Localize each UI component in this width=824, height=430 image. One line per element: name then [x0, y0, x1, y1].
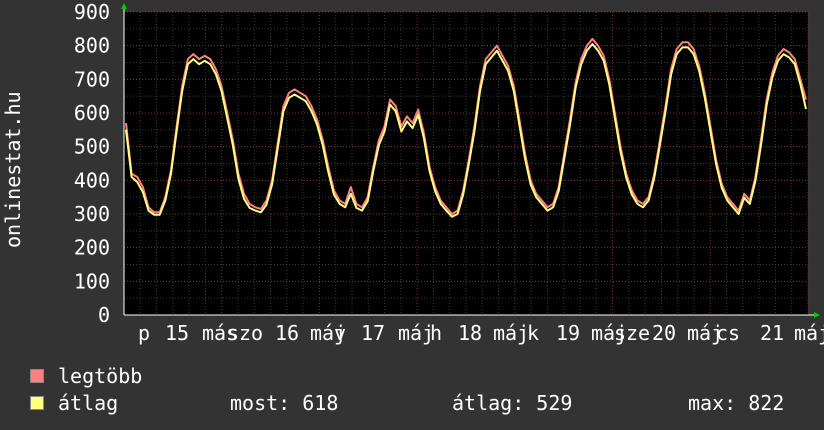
- x-tick-label: h: [430, 321, 442, 345]
- y-tick-label: 500: [74, 135, 110, 159]
- x-tick-label: cs: [716, 321, 740, 345]
- y-tick-label: 600: [74, 101, 110, 125]
- x-tick-label: szo: [227, 321, 263, 345]
- legend-label-atlag: átlag: [58, 391, 119, 415]
- stat-current: most: 618: [230, 391, 338, 415]
- chart: 0100200300400500600700800900 p 15 másszo 16…: [1, 0, 824, 345]
- stat-average-value: 529: [536, 391, 573, 415]
- y-axis-arrow: [121, 3, 127, 9]
- stat-max-value: 822: [748, 391, 785, 415]
- legend-item-atlag: átlag: [30, 391, 118, 415]
- x-tick-label: 21: [760, 321, 784, 345]
- stat-current-label: most:: [230, 391, 291, 415]
- y-tick-label: 200: [74, 236, 110, 260]
- y-tick-label: 900: [74, 0, 110, 24]
- stat-current-value: 618: [302, 391, 339, 415]
- x-tick-label: 16: [275, 321, 299, 345]
- x-tick-label: máj: [398, 321, 434, 345]
- legend-item-legtobb: legtöbb: [30, 364, 142, 388]
- y-tick-label: 100: [74, 269, 110, 293]
- x-axis-arrow: [814, 312, 820, 318]
- legend-swatch-atlag: [30, 396, 44, 410]
- y-tick-label: 700: [74, 67, 110, 91]
- x-tick-label: sze: [614, 321, 650, 345]
- y-tick-label: 400: [74, 168, 110, 192]
- x-tick-label: 19: [556, 321, 580, 345]
- x-tick-label: máj: [794, 321, 824, 345]
- x-tick-label: 15: [165, 321, 189, 345]
- legend-label-legtobb: legtöbb: [58, 364, 143, 388]
- x-tick-label: 17: [361, 321, 385, 345]
- x-tick-label: 18: [458, 321, 482, 345]
- y-tick-labels: 0 100 200 300 400 500 600 700 800 900: [74, 0, 110, 327]
- x-tick-label: v: [334, 321, 346, 345]
- x-tick-label: k: [527, 321, 539, 345]
- y-tick-label: 800: [74, 34, 110, 58]
- stat-max: max: 822: [688, 391, 784, 415]
- y-tick-label: 0: [98, 303, 110, 327]
- y-axis-label: onlinestat.hu: [1, 91, 25, 248]
- x-tick-label: máj: [493, 321, 529, 345]
- x-tick-label: 20: [652, 321, 676, 345]
- x-tick-label: p: [138, 321, 150, 345]
- stat-max-label: max:: [688, 391, 737, 415]
- x-tick-labels: p 15 másszo 16 májv 17 májh 18 májk 19 májsze 20 máj…: [138, 321, 824, 345]
- stat-average-label: átlag:: [452, 391, 525, 415]
- y-tick-label: 300: [74, 202, 110, 226]
- stat-average: átlag: 529: [452, 391, 572, 415]
- legend-swatch-legtobb: [30, 369, 44, 383]
